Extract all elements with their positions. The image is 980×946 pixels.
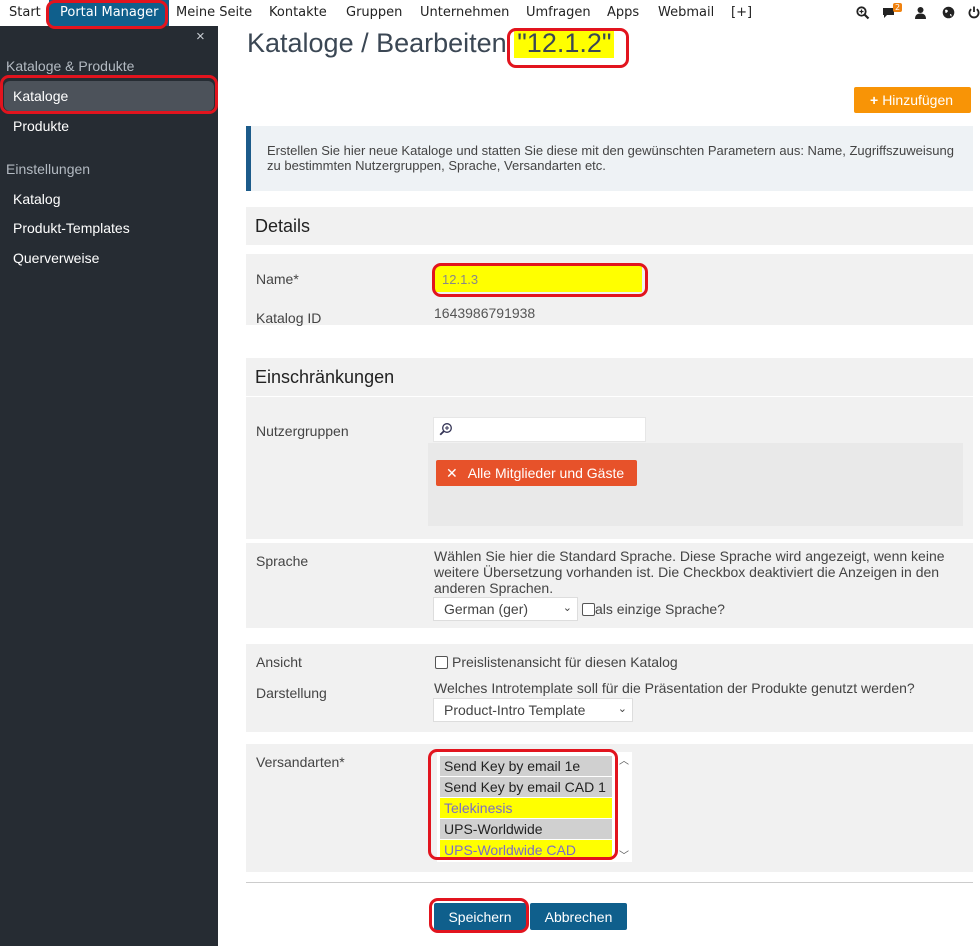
nav-apps[interactable]: Apps xyxy=(607,5,639,20)
shipping-option[interactable]: UPS-Worldwide xyxy=(440,819,612,839)
search-icon xyxy=(439,423,452,436)
only-language-checkbox[interactable] xyxy=(582,603,595,616)
shipping-label: Versandarten* xyxy=(256,754,345,770)
power-icon[interactable] xyxy=(968,6,980,19)
notification-badge: 2 xyxy=(893,3,903,12)
shipping-option[interactable]: Telekinesis xyxy=(440,798,612,818)
price-list-checkbox[interactable] xyxy=(435,656,448,669)
group-tag-label: Alle Mitglieder und Gäste xyxy=(467,465,625,481)
display-label: Darstellung xyxy=(256,685,327,701)
name-label: Name* xyxy=(256,271,299,287)
shipping-option[interactable]: Send Key by email 1e xyxy=(440,756,612,776)
page-title: Kataloge / Bearbeiten "12.1.2" xyxy=(247,28,615,59)
add-button-label: Hinzufügen xyxy=(882,92,954,108)
groups-search-input[interactable] xyxy=(433,417,646,442)
page-title-text: Kataloge / Bearbeiten xyxy=(247,28,507,58)
catalog-id-label: Katalog ID xyxy=(256,310,322,326)
user-icon[interactable] xyxy=(914,6,927,19)
scroll-up-icon[interactable]: ︿ xyxy=(616,752,632,767)
sidebar: × Kataloge & Produkte Kataloge Produkte … xyxy=(0,26,218,946)
scroll-down-icon[interactable]: ﹀ xyxy=(616,847,632,862)
sidebar-item-querverweise[interactable]: Querverweise xyxy=(13,250,99,266)
intro-template-select[interactable]: Product-Intro Template ⌄ xyxy=(433,698,633,722)
chevron-down-icon: ⌄ xyxy=(617,703,627,715)
nav-webmail[interactable]: Webmail xyxy=(658,5,714,20)
nav-kontakte[interactable]: Kontakte xyxy=(269,5,327,20)
nav-meine-seite[interactable]: Meine Seite xyxy=(176,5,252,20)
add-button[interactable]: + Hinzufügen xyxy=(854,87,971,113)
name-input[interactable]: 12.1.3 xyxy=(434,266,642,292)
remove-tag-icon[interactable]: ✕ xyxy=(446,465,458,481)
cancel-button[interactable]: Abbrechen xyxy=(530,903,627,930)
nav-gruppen[interactable]: Gruppen xyxy=(346,5,402,20)
restrictions-heading: Einschränkungen xyxy=(246,358,973,396)
view-label: Ansicht xyxy=(256,654,302,670)
close-sidebar-icon[interactable]: × xyxy=(196,28,205,45)
info-text: Erstellen Sie hier neue Kataloge und sta… xyxy=(267,143,954,173)
groups-label: Nutzergruppen xyxy=(256,423,349,439)
chevron-down-icon: ⌄ xyxy=(562,602,572,614)
language-select[interactable]: German (ger) ⌄ xyxy=(433,597,578,621)
catalog-id-value: 1643986791938 xyxy=(434,305,536,321)
shipping-option[interactable]: Send Key by email CAD 1 xyxy=(440,777,612,797)
language-label: Sprache xyxy=(256,553,309,569)
details-heading: Details xyxy=(246,207,973,245)
nav-start[interactable]: Start xyxy=(9,5,41,20)
language-description: Wählen Sie hier die Standard Sprache. Di… xyxy=(434,548,945,596)
sidebar-item-kataloge[interactable]: Kataloge xyxy=(4,81,214,111)
sidebar-item-katalog[interactable]: Katalog xyxy=(13,191,60,207)
page-title-highlight: "12.1.2" xyxy=(514,28,615,58)
search-zoom-icon[interactable] xyxy=(856,6,870,20)
shipping-option[interactable]: UPS-Worldwide CAD xyxy=(440,840,612,860)
intro-template-value: Product-Intro Template xyxy=(444,702,586,718)
language-select-value: German (ger) xyxy=(444,601,529,617)
display-question: Welches Introtemplate soll für die Präse… xyxy=(434,680,915,696)
sidebar-section-catalogs: Kataloge & Produkte xyxy=(6,58,135,74)
divider xyxy=(246,882,973,883)
listbox-scrollbar[interactable]: ︿ ﹀ xyxy=(616,752,632,862)
shipping-listbox[interactable]: Send Key by email 1e Send Key by email C… xyxy=(437,752,632,862)
group-tag[interactable]: ✕ Alle Mitglieder und Gäste xyxy=(436,460,637,486)
sidebar-item-produkt-templates[interactable]: Produkt-Templates xyxy=(13,220,130,236)
save-button[interactable]: Speichern xyxy=(434,903,526,930)
nav-umfragen[interactable]: Umfragen xyxy=(526,5,591,20)
nav-more[interactable]: [+] xyxy=(731,5,752,20)
top-navigation: Start Portal Manager Meine Seite Kontakt… xyxy=(0,0,980,26)
globe-icon[interactable] xyxy=(942,6,955,19)
info-callout: Erstellen Sie hier neue Kataloge und sta… xyxy=(246,126,973,191)
price-list-label: Preislistenansicht für diesen Katalog xyxy=(452,654,678,670)
only-language-label: als einzige Sprache? xyxy=(595,601,725,617)
sidebar-item-produkte[interactable]: Produkte xyxy=(13,118,69,134)
nav-portal-manager[interactable]: Portal Manager xyxy=(49,0,170,26)
sidebar-section-settings: Einstellungen xyxy=(6,161,91,177)
nav-unternehmen[interactable]: Unternehmen xyxy=(420,5,509,20)
plus-icon: + xyxy=(870,92,879,108)
